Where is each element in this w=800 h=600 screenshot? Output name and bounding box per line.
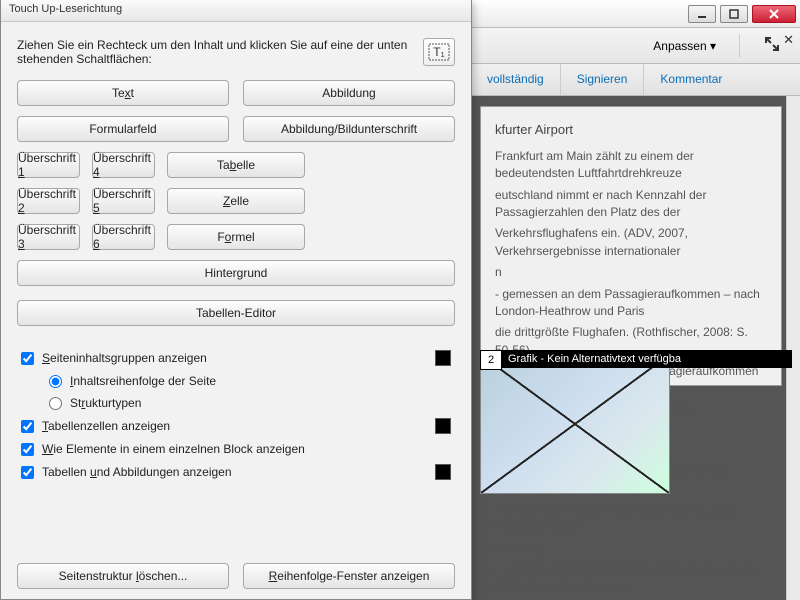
tag-h2-button[interactable]: Überschrift 2	[17, 188, 80, 214]
tag-text-button[interactable]: Text	[17, 80, 229, 106]
structure-types-radio[interactable]	[49, 397, 62, 410]
svg-text:T₁: T₁	[433, 45, 444, 59]
show-table-cells-checkbox[interactable]	[21, 420, 34, 433]
page-content-color-swatch[interactable]	[435, 350, 451, 366]
tag-figure-caption-button[interactable]: Abbildung/Bildunterschrift	[243, 116, 455, 142]
table-editor-button[interactable]: Tabellen-Editor	[17, 300, 455, 326]
window-minimize-button[interactable]	[688, 5, 716, 23]
tag-table-button[interactable]: Tabelle	[167, 152, 305, 178]
page-reading-order-label: Inhaltsreihenfolge der Seite	[70, 374, 451, 388]
tag-h6-button[interactable]: Überschrift 6	[92, 224, 155, 250]
tag-h1-button[interactable]: Überschrift 1	[17, 152, 80, 178]
tag-formfield-button[interactable]: Formularfeld	[17, 116, 229, 142]
show-tables-figures-label: Tabellen und Abbildungen anzeigen	[42, 465, 435, 479]
instruction-text: Ziehen Sie ein Rechteck um den Inhalt un…	[17, 38, 413, 66]
document-viewport: kfurter Airport Frankfurt am Main zählt …	[470, 96, 786, 600]
draw-rectangle-icon: T₁	[423, 38, 455, 66]
tab-vollstandig[interactable]: vollständig	[470, 64, 560, 95]
graphic-thumbnail	[480, 354, 670, 494]
doc-heading: kfurter Airport	[495, 121, 767, 140]
dialog-title: Touch Up-Leserichtung	[1, 0, 471, 22]
tag-h4-button[interactable]: Überschrift 4	[92, 152, 155, 178]
show-single-block-label: Wie Elemente in einem einzelnen Block an…	[42, 442, 451, 456]
vertical-scrollbar[interactable]	[786, 96, 800, 600]
document-page[interactable]: kfurter Airport Frankfurt am Main zählt …	[480, 106, 782, 386]
window-close-button[interactable]	[752, 5, 796, 23]
show-order-panel-button[interactable]: Reihenfolge-Fenster anzeigen	[243, 563, 455, 589]
tag-figure-button[interactable]: Abbildung	[243, 80, 455, 106]
page-reading-order-radio[interactable]	[49, 375, 62, 388]
tag-cell-button[interactable]: Zelle	[167, 188, 305, 214]
reading-order-dialog: Touch Up-Leserichtung Ziehen Sie ein Rec…	[0, 0, 472, 600]
show-page-content-groups-checkbox[interactable]	[21, 352, 34, 365]
customize-label: Anpassen	[653, 39, 706, 53]
graphic-order-number: 2	[480, 350, 502, 370]
tag-h5-button[interactable]: Überschrift 5	[92, 188, 155, 214]
clear-page-structure-button[interactable]: Seitenstruktur löschen...	[17, 563, 229, 589]
tag-formula-button[interactable]: Formel	[167, 224, 305, 250]
window-maximize-button[interactable]	[720, 5, 748, 23]
structure-types-label: Strukturtypen	[70, 396, 451, 410]
tab-kommentar[interactable]: Kommentar	[643, 64, 738, 95]
tables-figures-color-swatch[interactable]	[435, 464, 451, 480]
tag-background-button[interactable]: Hintergrund	[17, 260, 455, 286]
show-table-cells-label: Tabellenzellen anzeigen	[42, 419, 435, 433]
panel-close-icon[interactable]: ✕	[783, 32, 794, 48]
show-single-block-checkbox[interactable]	[21, 443, 34, 456]
graphic-alt-warning: Grafik - Kein Alternativtext verfügba	[502, 350, 792, 368]
table-cells-color-swatch[interactable]	[435, 418, 451, 434]
show-page-content-groups-label: Seiteninhaltsgruppen anzeigen	[42, 351, 435, 365]
tab-signieren[interactable]: Signieren	[560, 64, 644, 95]
display-options: Seiteninhaltsgruppen anzeigen Inhaltsrei…	[17, 336, 455, 496]
tag-h3-button[interactable]: Überschrift 3	[17, 224, 80, 250]
show-tables-figures-checkbox[interactable]	[21, 466, 34, 479]
customize-button[interactable]: Anpassen ▾	[644, 34, 725, 58]
